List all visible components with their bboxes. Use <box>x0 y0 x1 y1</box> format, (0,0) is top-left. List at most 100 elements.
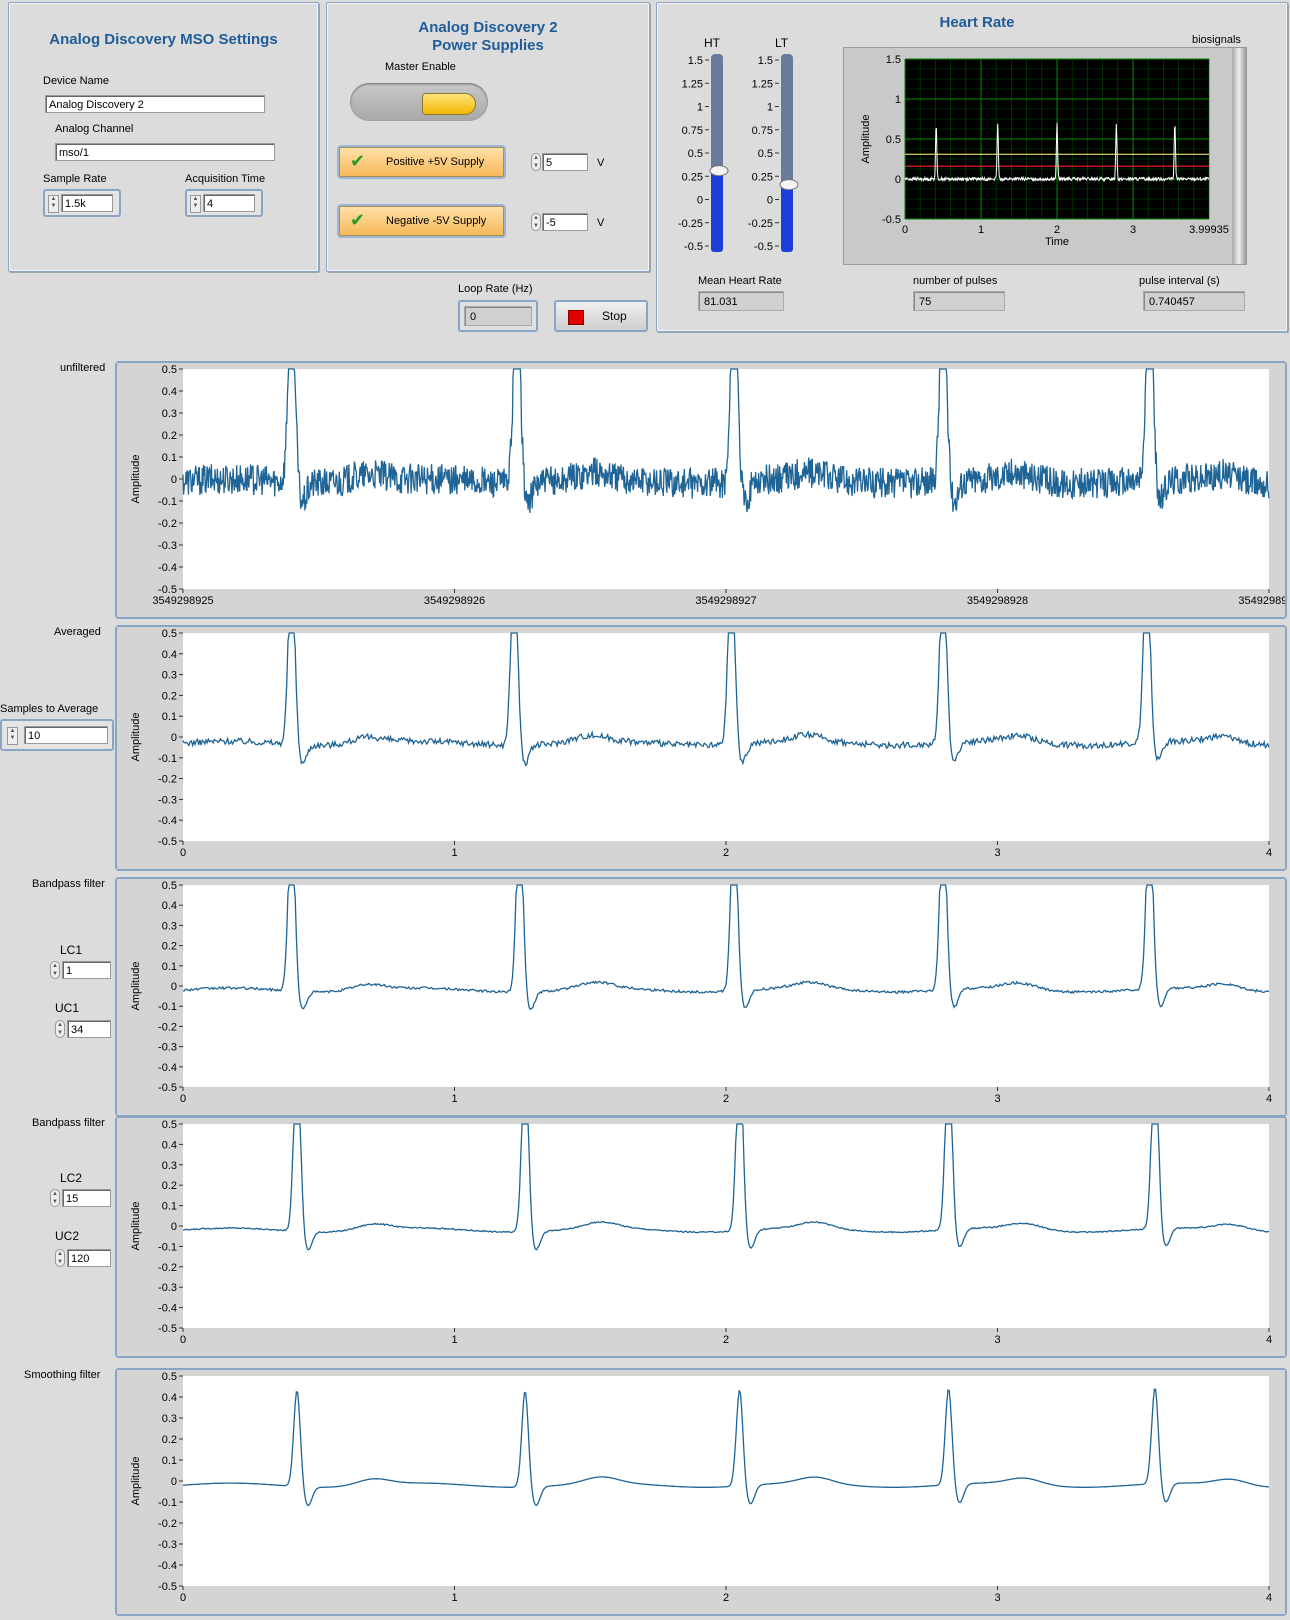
x-tick-label: 2 <box>723 1334 729 1346</box>
positive-supply-button[interactable]: ✔ Positive +5V Supply <box>339 147 504 177</box>
sample-rate-spinner[interactable]: ▲ ▼ <box>48 195 59 213</box>
acquisition-time-control: ▲ ▼ 4 <box>185 189 263 217</box>
y-tick-label: -0.4 <box>158 1560 177 1572</box>
positive-voltage-spinner[interactable]: ▲ ▼ <box>531 153 541 171</box>
y-tick-label: -0.5 <box>882 214 901 226</box>
x-tick-label: 3 <box>1130 224 1136 236</box>
negative-voltage-unit: V <box>597 217 605 229</box>
x-tick-label: 1 <box>451 1093 457 1105</box>
y-tick-label: 0 <box>171 732 177 744</box>
lc1-input[interactable]: 1 <box>62 961 111 979</box>
positive-voltage-input[interactable]: 5 <box>542 153 588 171</box>
x-tick-label: 0 <box>180 1592 186 1604</box>
loop-rate-label: Loop Rate (Hz) <box>458 283 533 295</box>
x-tick-label: 0 <box>902 224 908 236</box>
analog-channel-field[interactable]: mso/1 <box>55 143 275 161</box>
bandpass2-chart: 0.50.40.30.20.10-0.1-0.2-0.3-0.4-0.50 1 2 3… <box>117 1118 1285 1356</box>
samples-to-average-spinner[interactable]: ▲ ▼ <box>7 727 18 745</box>
y-tick-label: -0.1 <box>158 753 177 765</box>
lc2-input[interactable]: 15 <box>62 1189 111 1207</box>
lt-slider-thumb[interactable] <box>779 179 799 191</box>
ht-slider-thumb[interactable] <box>709 165 729 177</box>
averaged-chart: 0.50.40.30.20.10-0.1-0.2-0.3-0.4-0.50 1 2 3… <box>117 627 1285 869</box>
plot-area <box>183 1124 1269 1328</box>
pulse-interval-label: pulse interval (s) <box>1139 275 1220 287</box>
y-tick-label: -0.5 <box>158 1581 177 1593</box>
ht-tick-label: 0 <box>697 195 703 207</box>
power-title-line1: Analog Discovery 2 <box>418 19 558 36</box>
stop-button-label: Stop <box>602 309 627 323</box>
power-title-line2: Power Supplies <box>432 37 544 54</box>
y-tick-label: 0.1 <box>162 452 177 464</box>
y-tick-label: 0.4 <box>162 1392 177 1404</box>
positive-voltage-unit: V <box>597 157 605 169</box>
negative-voltage-spinner[interactable]: ▲ ▼ <box>531 213 541 231</box>
smoothing-chart: 0.50.40.30.20.10-0.1-0.2-0.3-0.4-0.50 1 2 3… <box>117 1370 1285 1614</box>
uc2-input[interactable]: 120 <box>67 1249 111 1267</box>
y-tick-label: -0.2 <box>158 518 177 530</box>
y-tick-label: -0.2 <box>158 1518 177 1530</box>
x-tick-label: 3549298927 <box>695 595 756 607</box>
acquisition-time-input[interactable]: 4 <box>203 194 255 212</box>
x-tick-label: 3549298926 <box>424 595 485 607</box>
y-tick-label: 0 <box>171 1476 177 1488</box>
y-tick-label: 0.2 <box>162 1180 177 1192</box>
plot-area <box>183 633 1269 841</box>
lt-tick-label: 0.25 <box>752 171 773 183</box>
x-tick-label: 3 <box>994 1093 1000 1105</box>
heart-rate-graph: 1.510.50-0.50 1 2 3 3.99935TimeAmplitude <box>860 54 1229 248</box>
y-tick-label: 0.3 <box>162 920 177 932</box>
y-tick-label: 0.4 <box>162 1139 177 1151</box>
stop-button[interactable]: Stop <box>554 300 648 332</box>
y-tick-label: 0.1 <box>162 711 177 723</box>
lc1-spinner[interactable]: ▲ ▼ <box>50 961 60 979</box>
acquisition-time-spinner[interactable]: ▲ ▼ <box>190 195 201 213</box>
uc1-spinner[interactable]: ▲ ▼ <box>55 1020 65 1038</box>
number-of-pulses-value: 75 <box>913 291 1005 311</box>
check-icon: ✔ <box>350 151 366 171</box>
y-tick-label: 0.4 <box>162 649 177 661</box>
x-tick-label: 3 <box>994 847 1000 859</box>
heart-rate-panel: Heart Rate HT LT 1.5 1.25 1 0.75 0.5 0.25 0 -0.… <box>656 2 1288 332</box>
x-tick-label: 3 <box>994 1592 1000 1604</box>
lc1-label: LC1 <box>60 943 83 957</box>
y-tick-label: 0.1 <box>162 1201 177 1213</box>
y-tick-label: 0.4 <box>162 386 177 398</box>
x-tick-label: 2 <box>1054 224 1060 236</box>
x-tick-label: 2 <box>723 1592 729 1604</box>
negative-supply-button[interactable]: ✔ Negative -5V Supply <box>339 206 504 236</box>
mso-settings-title: Analog Discovery MSO Settings <box>49 31 278 48</box>
samples-to-average-input[interactable]: 10 <box>24 726 108 744</box>
y-axis-label: Amplitude <box>130 962 142 1011</box>
master-enable-toggle[interactable] <box>350 83 488 121</box>
y-tick-label: -0.1 <box>158 1241 177 1253</box>
analog-channel-label: Analog Channel <box>55 123 134 135</box>
y-tick-label: 0.3 <box>162 1413 177 1425</box>
y-tick-label: 1.5 <box>886 54 901 66</box>
y-tick-label: 0.5 <box>162 628 177 640</box>
y-tick-label: 0.2 <box>162 941 177 953</box>
lc2-spinner[interactable]: ▲ ▼ <box>50 1189 60 1207</box>
uc2-label: UC2 <box>55 1229 80 1243</box>
sample-rate-input[interactable]: 1.5k <box>61 194 113 212</box>
y-tick-label: 0.2 <box>162 690 177 702</box>
bandpass1-chart: 0.50.40.30.20.10-0.1-0.2-0.3-0.4-0.50 1 2 3… <box>117 879 1285 1115</box>
ht-tick-label: 0.5 <box>688 148 703 160</box>
sample-rate-control: ▲ ▼ 1.5k <box>43 189 121 217</box>
device-name-field[interactable]: Analog Discovery 2 <box>45 95 265 113</box>
y-tick-label: -0.1 <box>158 1001 177 1013</box>
check-icon: ✔ <box>350 210 366 230</box>
lt-tick-label: 0.75 <box>752 125 773 137</box>
negative-voltage-input[interactable]: -5 <box>542 213 588 231</box>
uc1-input[interactable]: 34 <box>67 1020 111 1038</box>
uc2-spinner[interactable]: ▲ ▼ <box>55 1249 65 1267</box>
power-supplies-panel: Analog Discovery 2 Power Supplies Master… <box>326 2 650 272</box>
y-tick-label: 0 <box>171 981 177 993</box>
x-tick-label: 4 <box>1266 1592 1272 1604</box>
x-tick-label: 0 <box>180 847 186 859</box>
x-tick-label: 4 <box>1266 1093 1272 1105</box>
x-tick-label: 2 <box>723 1093 729 1105</box>
mso-settings-panel: Analog Discovery MSO Settings Device Nam… <box>8 2 319 272</box>
lt-tick-label: -0.5 <box>754 241 773 253</box>
y-tick-label: -0.4 <box>158 562 177 574</box>
